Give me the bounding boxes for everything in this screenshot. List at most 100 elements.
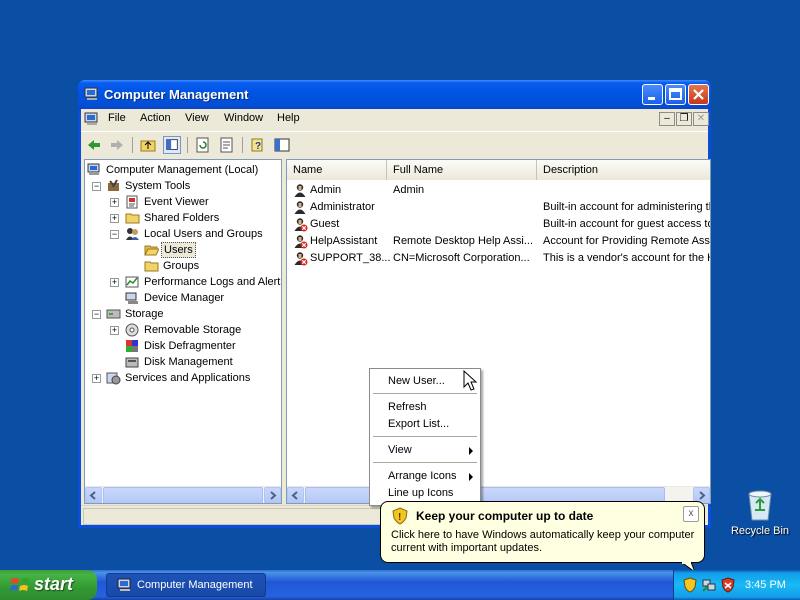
removable-storage-icon — [125, 323, 139, 337]
child-restore-button[interactable]: ❐ — [676, 112, 692, 126]
expand-toggle[interactable]: + — [110, 278, 119, 287]
folder-icon — [125, 213, 140, 224]
folder-open-icon — [144, 245, 159, 256]
menu-item-export-list[interactable]: Export List... — [371, 416, 479, 433]
table-row[interactable]: Admin Admin — [287, 182, 710, 199]
user-icon — [294, 184, 306, 197]
cell-description: This is a vendor's account for the H — [543, 252, 711, 264]
windows-logo-icon — [10, 578, 29, 591]
menu-window[interactable]: Window — [224, 112, 263, 124]
taskbar-button-computer-management[interactable]: Computer Management — [106, 573, 266, 597]
table-row[interactable]: HelpAssistant Remote Desktop Help Assi...… — [287, 233, 710, 250]
tree-label: Computer Management (Local) — [106, 164, 259, 176]
cell-name: Guest — [310, 218, 340, 230]
expand-toggle[interactable]: + — [110, 214, 119, 223]
child-minimize-button[interactable]: – — [659, 112, 675, 126]
menu-item-view[interactable]: View — [371, 442, 479, 459]
toolbar-separator — [187, 137, 188, 153]
menu-help[interactable]: Help — [277, 112, 300, 124]
expand-toggle[interactable]: + — [110, 326, 119, 335]
computer-icon — [87, 163, 100, 175]
disabled-user-icon — [294, 235, 308, 249]
start-label: start — [34, 574, 74, 594]
menu-item-label: View — [388, 444, 412, 456]
minimize-button[interactable] — [642, 84, 663, 105]
security-shield-icon: ! — [392, 507, 408, 525]
minimize-icon — [648, 97, 655, 100]
storage-icon — [106, 309, 121, 319]
collapse-toggle[interactable]: − — [92, 182, 101, 191]
balloon-title: Keep your computer up to date — [416, 509, 594, 523]
network-icon[interactable] — [701, 577, 717, 593]
event-viewer-icon — [126, 195, 138, 209]
menu-file[interactable]: File — [108, 112, 126, 124]
cell-full-name: Admin — [393, 184, 425, 196]
table-row[interactable]: Administrator Built-in account for admini… — [287, 199, 711, 216]
tree-horizontal-scrollbar[interactable] — [85, 486, 281, 503]
menu-separator — [373, 436, 477, 437]
column-header-description[interactable]: Description — [537, 160, 710, 180]
cell-full-name: CN=Microsoft Corporation... — [393, 252, 530, 264]
window-title: Computer Management — [104, 87, 249, 102]
cell-description: Built-in account for administering the — [543, 201, 711, 213]
tree-label: Event Viewer — [144, 196, 209, 208]
taskbar: start Computer Management 3:45 PM — [0, 570, 800, 600]
balloon-close-button[interactable]: x — [683, 506, 699, 522]
collapse-toggle[interactable]: − — [110, 230, 119, 239]
scroll-thumb[interactable] — [103, 487, 263, 503]
performance-icon — [125, 276, 139, 288]
help-icon[interactable]: ? — [249, 136, 267, 154]
scroll-right-button[interactable] — [264, 487, 281, 503]
table-row[interactable]: Guest Built-in account for guest access t… — [287, 216, 711, 233]
scroll-left-button[interactable] — [85, 487, 102, 503]
console-icon[interactable] — [84, 112, 100, 126]
back-arrow-icon[interactable] — [85, 136, 103, 154]
menu-item-line-up-icons[interactable]: Line up Icons — [371, 485, 479, 502]
child-close-button[interactable]: ✕ — [693, 112, 709, 126]
expand-toggle[interactable]: + — [92, 374, 101, 383]
properties-icon[interactable] — [273, 136, 291, 154]
chevron-left-icon — [89, 491, 96, 500]
expand-toggle[interactable]: + — [110, 198, 119, 207]
svg-text:?: ? — [255, 141, 261, 152]
export-list-icon[interactable] — [218, 136, 236, 154]
submenu-arrow-icon — [469, 473, 473, 481]
notification-balloon[interactable]: ! Keep your computer up to date x Click … — [380, 501, 705, 574]
chevron-right-icon — [270, 491, 277, 500]
cell-description: Built-in account for guest access to t — [543, 218, 711, 230]
computer-icon — [117, 578, 131, 591]
security-shield-icon[interactable] — [682, 577, 698, 593]
tree-label: Storage — [125, 308, 164, 320]
start-button[interactable]: start — [0, 570, 97, 600]
up-folder-icon[interactable] — [139, 136, 157, 154]
toolbar-separator — [132, 137, 133, 153]
menu-action[interactable]: Action — [140, 112, 171, 124]
tools-icon — [108, 179, 119, 191]
maximize-button[interactable] — [665, 84, 686, 105]
scroll-left-button[interactable] — [287, 487, 304, 503]
tree-label: System Tools — [125, 180, 191, 192]
menu-item-arrange-icons[interactable]: Arrange Icons — [371, 468, 479, 485]
collapse-toggle[interactable]: − — [92, 310, 101, 319]
tree-label: Local Users and Groups — [144, 228, 263, 240]
folder-icon — [144, 261, 159, 272]
show-tree-icon[interactable] — [163, 136, 181, 154]
security-center-icon[interactable] — [720, 577, 736, 593]
menu-item-refresh[interactable]: Refresh — [371, 399, 479, 416]
recycle-bin-icon — [748, 490, 772, 521]
column-header-full-name[interactable]: Full Name — [387, 160, 537, 180]
users-icon — [126, 228, 139, 240]
title-bar[interactable]: Computer Management — [78, 80, 711, 109]
close-button[interactable] — [688, 84, 709, 105]
console-tree[interactable]: Computer Management (Local) − System Too… — [84, 159, 282, 504]
defrag-icon — [126, 340, 138, 352]
menu-view[interactable]: View — [185, 112, 209, 124]
user-list-pane[interactable]: Name Full Name Description Admin Admin Adm… — [286, 159, 711, 504]
refresh-icon[interactable] — [194, 136, 212, 154]
taskbar-button-label: Computer Management — [137, 579, 253, 591]
column-header-name[interactable]: Name — [287, 160, 387, 180]
clock: 3:45 PM — [745, 579, 786, 591]
services-icon — [106, 372, 121, 385]
forward-arrow-icon[interactable] — [108, 136, 126, 154]
table-row[interactable]: SUPPORT_38... CN=Microsoft Corporation...… — [287, 250, 711, 267]
